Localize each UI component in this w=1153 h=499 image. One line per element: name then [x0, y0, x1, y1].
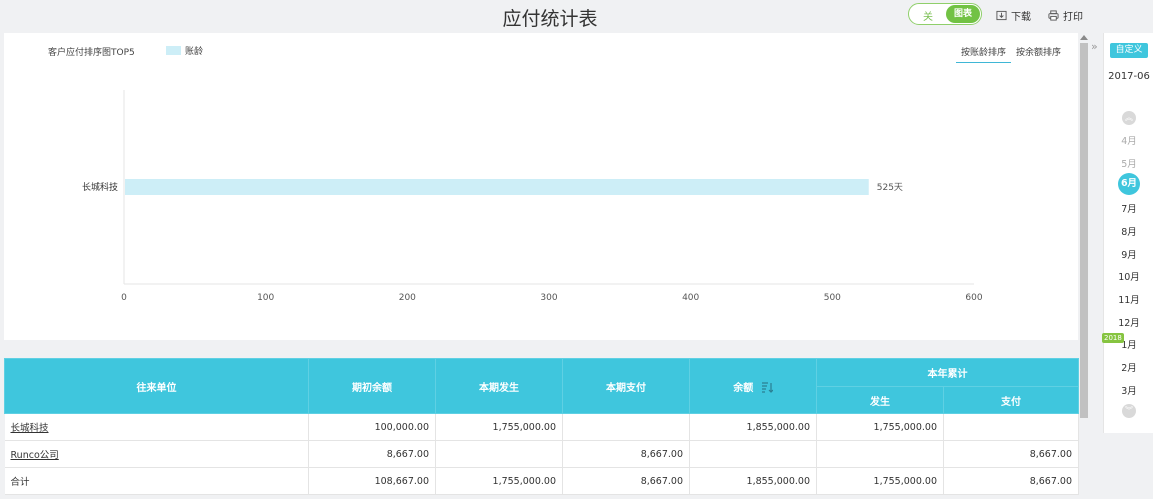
month-item[interactable]: 2月	[1104, 360, 1153, 374]
bar	[125, 179, 869, 195]
total-row: 合计 108,667.00 1,755,000.00 8,667.00 1,85…	[4, 467, 1079, 495]
partner-link[interactable]: Runco公司	[11, 450, 59, 461]
category-label: 长城科技	[82, 181, 118, 193]
x-tick-label: 0	[121, 293, 127, 303]
period-picker: 自定义 2017-06 ︽ 4月 5月 6月 7月 8月 9月 10月 11月 12月 1月 2月 3…	[1103, 33, 1153, 433]
total-label: 合计	[4, 467, 309, 495]
toggle-on-label[interactable]: 图表	[946, 5, 980, 23]
header-balance[interactable]: 余额	[689, 358, 817, 414]
partner-cell[interactable]: Runco公司	[4, 440, 309, 468]
month-label: 8月	[1121, 226, 1137, 238]
header-period-incurred: 本期发生	[435, 358, 563, 414]
x-tick-label: 400	[682, 293, 699, 303]
month-label: 2月	[1121, 363, 1137, 374]
current-period-label: 2017-06	[1108, 71, 1150, 82]
period-incurred-cell	[435, 440, 563, 468]
x-tick-label: 100	[257, 293, 274, 303]
ytd-incurred-cell	[816, 440, 944, 468]
month-label: 5月	[1121, 158, 1137, 170]
month-item[interactable]: 6月	[1104, 173, 1153, 196]
chart-view-toggle[interactable]: 关 图表	[908, 3, 982, 25]
month-label: 11月	[1118, 294, 1140, 306]
opening-cell: 8,667.00	[308, 440, 436, 468]
month-label: 10月	[1118, 272, 1140, 284]
scroll-up-arrow[interactable]	[1080, 35, 1088, 40]
month-label: 3月	[1121, 385, 1137, 397]
month-item[interactable]: 8月	[1104, 224, 1153, 238]
month-label: 4月	[1121, 136, 1137, 147]
header-balance-label: 余额	[733, 382, 754, 394]
download-icon	[996, 10, 1007, 21]
vertical-scrollbar[interactable]	[1078, 33, 1090, 499]
header-partner: 往来单位	[4, 358, 309, 414]
print-label: 打印	[1063, 12, 1083, 23]
period-incurred-cell: 1,755,000.00	[435, 413, 563, 441]
print-button[interactable]: 打印	[1048, 8, 1083, 23]
partner-link[interactable]: 长城科技	[11, 423, 49, 434]
month-item[interactable]: 4月	[1104, 133, 1153, 147]
period-incurred-cell: 1,755,000.00	[435, 467, 563, 495]
double-chevron-right-icon[interactable]: »	[1091, 40, 1098, 53]
table-row: 长城科技 100,000.00 1,755,000.00 1,855,000.0…	[4, 413, 1079, 441]
period-paid-cell: 8,667.00	[562, 440, 690, 468]
ytd-incurred-cell: 1,755,000.00	[816, 413, 944, 441]
bar-chart: 0 100 200 300 400 500 600 长城科技 525天	[82, 90, 983, 303]
x-tick-label: 200	[399, 293, 416, 303]
month-label: 12月	[1118, 317, 1140, 329]
chart-panel: 客户应付排序图TOP5 账龄 按账龄排序 按余额排序 0 100 200 300 400…	[4, 33, 1078, 340]
period-paid-cell: 8,667.00	[562, 467, 690, 495]
download-button[interactable]: 下载	[996, 8, 1031, 23]
month-item[interactable]: 10月	[1104, 269, 1153, 283]
print-icon	[1048, 10, 1059, 21]
x-tick-label: 300	[540, 293, 557, 303]
sort-desc-icon[interactable]	[761, 382, 773, 393]
partner-cell[interactable]: 长城科技	[4, 413, 309, 441]
month-item[interactable]: 9月	[1104, 247, 1153, 261]
double-chevron-up-icon[interactable]: ︽	[1122, 111, 1136, 125]
header-ytd-incurred: 发生	[816, 386, 944, 414]
data-label: 525天	[877, 183, 903, 193]
month-item[interactable]: 5月	[1104, 156, 1153, 170]
double-chevron-down-icon[interactable]: ︾	[1122, 404, 1136, 418]
month-item[interactable]: 7月	[1104, 201, 1153, 215]
header-period-paid: 本期支付	[562, 358, 690, 414]
toggle-off-label[interactable]: 关	[923, 8, 933, 23]
header-ytd: 本年累计	[816, 358, 1079, 387]
download-label: 下载	[1011, 12, 1031, 23]
header-opening: 期初余额	[308, 358, 436, 414]
header-ytd-paid: 支付	[943, 386, 1079, 414]
month-label: 9月	[1121, 249, 1137, 261]
month-label: 6月	[1118, 173, 1140, 196]
ytd-incurred-cell: 1,755,000.00	[816, 467, 944, 495]
table-row: Runco公司 8,667.00 8,667.00 8,667.00	[4, 440, 1079, 468]
ytd-paid-cell	[943, 413, 1079, 441]
year-badge: 2018	[1102, 333, 1124, 343]
period-paid-cell	[562, 413, 690, 441]
ytd-paid-cell: 8,667.00	[943, 467, 1079, 495]
scroll-thumb[interactable]	[1080, 43, 1088, 418]
balance-cell	[689, 440, 817, 468]
balance-cell: 1,855,000.00	[689, 413, 817, 441]
month-item[interactable]: 11月	[1104, 292, 1153, 306]
balance-cell: 1,855,000.00	[689, 467, 817, 495]
x-tick-label: 600	[965, 293, 982, 303]
opening-cell: 100,000.00	[308, 413, 436, 441]
opening-cell: 108,667.00	[308, 467, 436, 495]
custom-period-button[interactable]: 自定义	[1110, 43, 1148, 58]
ytd-paid-cell: 8,667.00	[943, 440, 1079, 468]
x-tick-label: 500	[824, 293, 841, 303]
month-item[interactable]: 12月	[1104, 315, 1153, 329]
month-label: 7月	[1121, 204, 1137, 216]
month-item[interactable]: 3月	[1104, 383, 1153, 397]
payable-table: 往来单位 期初余额 本期发生 本期支付 余额 本年累计 发生 支付 长城科技 1…	[4, 358, 1079, 495]
